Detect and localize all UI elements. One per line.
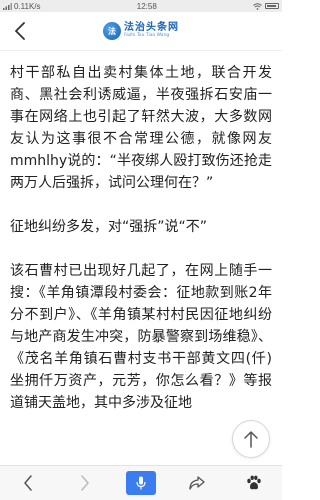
- arrow-up-icon: [244, 431, 258, 448]
- article-paragraph: 村干部私自出卖村集体土地，联合开发商、黑社会利诱威逼，半夜强拆石安庙一事在网络上…: [10, 65, 272, 191]
- logo-subtitle: Fazhi Tou Tiao Wang: [124, 33, 170, 39]
- wifi-icon: [253, 2, 262, 10]
- browser-back-button[interactable]: [8, 468, 48, 498]
- back-button[interactable]: [10, 20, 30, 42]
- status-bar: 0.11K/s 12:58: [0, 0, 282, 12]
- site-logo[interactable]: 法 法治头条网 Fazhi Tou Tiao Wang: [103, 22, 179, 40]
- status-right: [253, 2, 279, 10]
- status-time: 12:58: [136, 1, 157, 11]
- voice-input-button[interactable]: [121, 468, 161, 498]
- signal-icon: [3, 2, 12, 10]
- network-speed: 0.11K/s: [14, 1, 41, 11]
- chevron-left-icon: [15, 22, 25, 40]
- article-paragraph: 该石曹村已出现好几起了，在网上随手一搜：《羊角镇潭段村委会：征地款到账2年分不到…: [10, 263, 272, 411]
- article-body: 村干部私自出卖村集体土地，联合开发商、黑社会利诱威逼，半夜强拆石安庙一事在网络上…: [10, 62, 272, 414]
- scroll-to-top-button[interactable]: [232, 420, 270, 458]
- share-button[interactable]: [177, 468, 217, 498]
- mic-icon: [136, 476, 146, 490]
- forward-icon: [80, 475, 89, 491]
- back-icon: [24, 475, 32, 491]
- mic-button-bg: [125, 471, 156, 495]
- browser-forward-button[interactable]: [65, 468, 105, 498]
- paw-icon: [247, 475, 261, 490]
- logo-emblem-icon: 法: [103, 22, 121, 40]
- bottom-toolbar: [0, 465, 282, 500]
- paw-button[interactable]: [234, 468, 274, 498]
- top-nav-bar: 法 法治头条网 Fazhi Tou Tiao Wang: [0, 12, 282, 51]
- logo-title: 法治头条网: [124, 22, 179, 34]
- battery-icon: [264, 3, 279, 9]
- article-subheading: 征地纠纷多发，对“强拆”说“不”: [10, 219, 208, 235]
- share-icon: [189, 476, 206, 490]
- logo-text: 法治头条网 Fazhi Tou Tiao Wang: [124, 23, 179, 39]
- status-left: 0.11K/s: [3, 2, 41, 11]
